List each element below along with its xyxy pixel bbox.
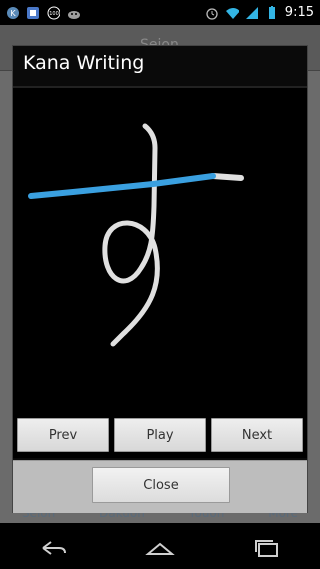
home-icon[interactable] xyxy=(140,533,180,563)
android-icon xyxy=(66,6,80,20)
status-right-icons: 9:15 xyxy=(205,5,314,20)
battery-100-icon: 100 xyxy=(46,6,60,20)
status-left-icons: K 100 xyxy=(6,6,80,20)
svg-text:K: K xyxy=(10,9,16,18)
status-bar: K 100 9:15 xyxy=(0,0,320,25)
recent-apps-icon[interactable] xyxy=(247,533,287,563)
badge-text: 100 xyxy=(49,11,59,17)
clock-time: 9:15 xyxy=(284,5,314,20)
alarm-icon xyxy=(205,6,219,20)
box-app-icon xyxy=(26,6,40,20)
wifi-icon xyxy=(225,6,239,20)
play-button[interactable]: Play xyxy=(114,418,206,452)
back-icon[interactable] xyxy=(33,533,73,563)
dialog-footer: Close xyxy=(13,460,307,513)
close-button[interactable]: Close xyxy=(92,467,230,503)
writing-canvas[interactable] xyxy=(13,88,307,458)
kana-strokes xyxy=(28,123,244,347)
signal-icon xyxy=(245,6,259,20)
playback-controls: Prev Play Next xyxy=(13,418,307,462)
kana-writing-dialog: Kana Writing Prev Play Next Close xyxy=(12,45,308,513)
next-button[interactable]: Next xyxy=(211,418,303,452)
k-app-icon: K xyxy=(6,6,20,20)
system-nav-bar xyxy=(0,526,320,569)
prev-button[interactable]: Prev xyxy=(17,418,109,452)
dialog-title: Kana Writing xyxy=(23,52,145,74)
kana-horizontal-stroke xyxy=(210,173,244,181)
kana-vertical-stroke xyxy=(102,123,160,347)
battery-icon xyxy=(265,5,279,20)
kana-active-stroke xyxy=(28,173,216,199)
